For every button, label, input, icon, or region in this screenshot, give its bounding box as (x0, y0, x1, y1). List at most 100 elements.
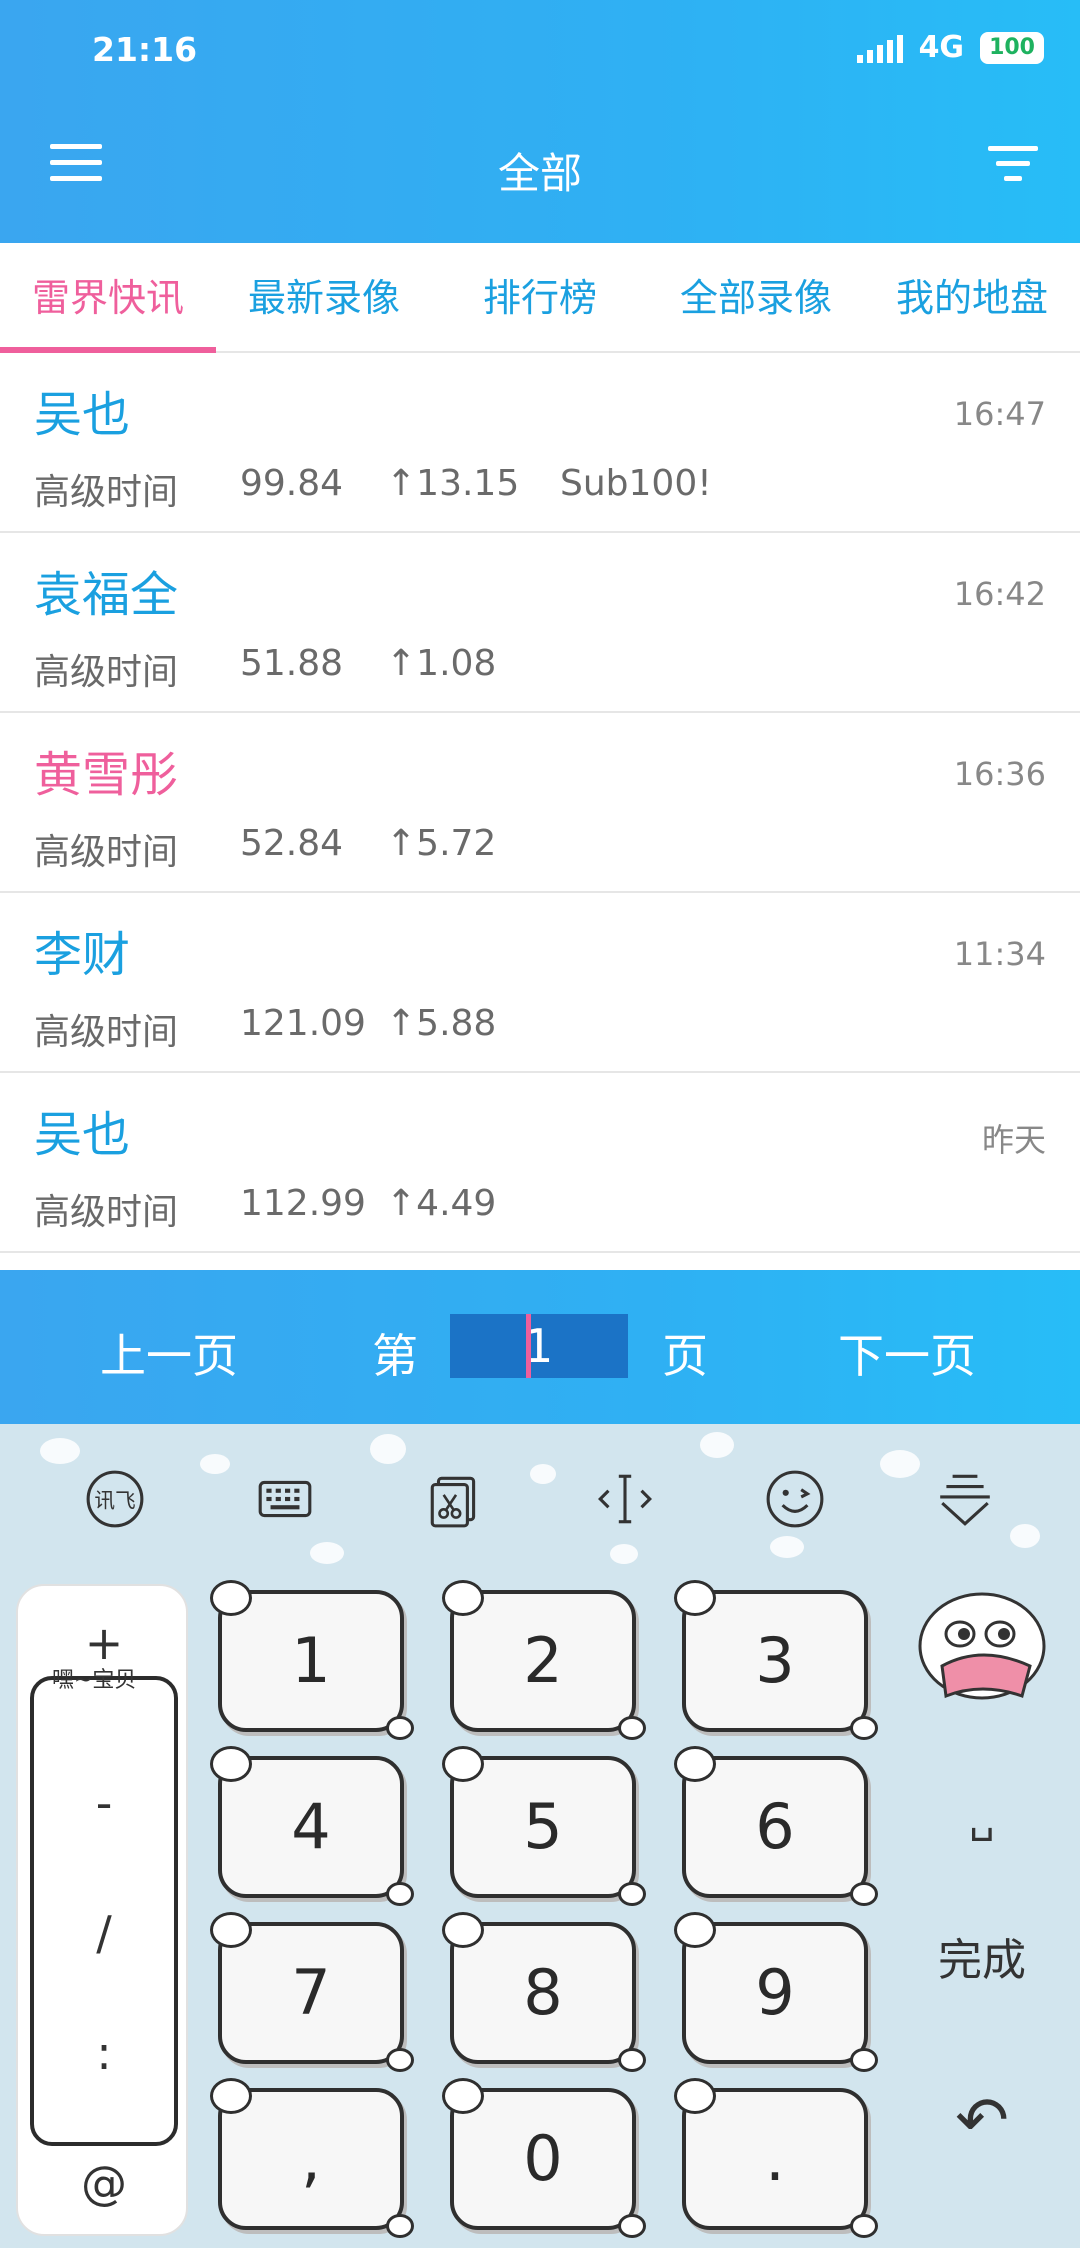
item-meta: 高级时间 112.99 ↑4.49 (34, 1183, 560, 1235)
item-delta: ↑1.08 (386, 643, 497, 684)
item-note: Sub100! (560, 463, 712, 504)
symbol-key-at[interactable]: @ (18, 2156, 190, 2210)
key-6[interactable]: 6 (674, 1746, 878, 1906)
key-comma[interactable]: , (210, 2078, 414, 2238)
text-caret (526, 1314, 531, 1378)
backspace-icon: ↶ (955, 2084, 1009, 2158)
soft-keyboard: 讯飞 + 嘿~宝贝 - / : @ 1 2 3 4 5 6 7 8 9 , 0 (0, 1424, 1080, 2248)
key-9[interactable]: 9 (674, 1912, 878, 2072)
cursor-move-icon[interactable] (590, 1464, 660, 1534)
item-time: 16:36 (953, 755, 1046, 793)
prev-page-button[interactable]: 上一页 (100, 1320, 238, 1386)
key-period[interactable]: . (674, 2078, 878, 2238)
item-time: 16:47 (953, 395, 1046, 433)
svg-text:讯飞: 讯飞 (94, 1488, 135, 1512)
list-item[interactable]: 李财 11:34 高级时间 121.09 ↑5.88 (0, 893, 1080, 1073)
key-4[interactable]: 4 (210, 1746, 414, 1906)
clipboard-scissors-icon[interactable] (420, 1464, 490, 1534)
item-value: 112.99 (240, 1183, 366, 1224)
item-value: 99.84 (240, 463, 344, 504)
item-label: 高级时间 (34, 472, 179, 513)
key-2[interactable]: 2 (442, 1580, 646, 1740)
tab-all-videos[interactable]: 全部录像 (648, 243, 864, 351)
tab-my-space[interactable]: 我的地盘 (864, 243, 1080, 351)
status-right: 4G 100 (856, 30, 1044, 65)
item-label: 高级时间 (34, 652, 179, 693)
network-type: 4G (918, 30, 965, 65)
item-delta: ↑5.88 (386, 1003, 497, 1044)
tab-bar: 雷界快讯 最新录像 排行榜 全部录像 我的地盘 (0, 243, 1080, 353)
tab-latest-videos[interactable]: 最新录像 (216, 243, 432, 351)
tab-news[interactable]: 雷界快讯 (0, 243, 216, 353)
item-meta: 高级时间 51.88 ↑1.08 (34, 643, 560, 695)
player-name[interactable]: 李财 (34, 915, 130, 985)
key-label: 0 (523, 2122, 563, 2195)
list-item[interactable]: 吴也 16:47 高级时间 99.84 ↑13.15 Sub100! (0, 353, 1080, 533)
keyboard-icon[interactable] (250, 1464, 320, 1534)
item-meta: 高级时间 99.84 ↑13.15 Sub100! (34, 463, 712, 515)
pager: 上一页 第 1 页 下一页 (0, 1270, 1080, 1424)
item-time: 16:42 (953, 575, 1046, 613)
page-number-input[interactable]: 1 (450, 1314, 628, 1378)
key-0[interactable]: 0 (442, 2078, 646, 2238)
key-1[interactable]: 1 (210, 1580, 414, 1740)
symbol-key-minus[interactable]: - (18, 1776, 190, 1830)
key-label: 7 (291, 1956, 331, 2029)
key-label: 4 (291, 1790, 331, 1863)
item-meta: 高级时间 52.84 ↑5.72 (34, 823, 560, 875)
symbol-column: + 嘿~宝贝 - / : @ (16, 1584, 188, 2236)
backspace-key[interactable]: ↶ (902, 2084, 1062, 2158)
page-title: 全部 (497, 149, 582, 198)
item-meta: 高级时间 121.09 ↑5.88 (34, 1003, 560, 1055)
page-suffix: 页 (662, 1329, 708, 1383)
symbol-key-slash[interactable]: / (18, 1906, 190, 1960)
keyboard-toolbar: 讯飞 (0, 1424, 1080, 1574)
item-time: 昨天 (981, 1121, 1046, 1159)
status-time: 21:16 (92, 30, 198, 69)
tab-ranking[interactable]: 排行榜 (432, 243, 648, 351)
hide-keyboard-icon[interactable] (930, 1464, 1000, 1534)
item-label: 高级时间 (34, 1012, 179, 1053)
item-time: 11:34 (953, 935, 1046, 973)
filter-icon[interactable] (988, 146, 1038, 186)
sticker-caption: 嘿~宝贝 (52, 1668, 137, 1693)
battery-level: 100 (989, 35, 1035, 60)
list-item[interactable]: 吴也 昨天 高级时间 112.99 ↑4.49 (0, 1073, 1080, 1253)
player-name[interactable]: 黄雪彤 (34, 735, 178, 805)
mascot-sticker (912, 1584, 1052, 1724)
done-key[interactable]: 完成 (902, 1924, 1062, 1988)
iflytek-logo-icon[interactable]: 讯飞 (80, 1464, 150, 1534)
key-label: , (301, 2122, 321, 2195)
key-label: 5 (523, 1790, 563, 1863)
space-key-label: ␣ (969, 1796, 995, 1842)
list-item[interactable]: 袁福全 16:42 高级时间 51.88 ↑1.08 (0, 533, 1080, 713)
page-prefix: 第 (372, 1329, 418, 1383)
list-item[interactable]: 黄雪彤 16:36 高级时间 52.84 ↑5.72 (0, 713, 1080, 893)
key-8[interactable]: 8 (442, 1912, 646, 2072)
key-3[interactable]: 3 (674, 1580, 878, 1740)
app-bar: 全部 (0, 100, 1080, 243)
item-value: 52.84 (240, 823, 344, 864)
player-name[interactable]: 吴也 (34, 375, 130, 445)
signal-icon (856, 33, 903, 63)
item-value: 51.88 (240, 643, 344, 684)
player-name[interactable]: 袁福全 (34, 555, 178, 625)
item-value: 121.09 (240, 1003, 366, 1044)
key-label: . (765, 2122, 785, 2195)
symbol-key-colon[interactable]: : (18, 2026, 190, 2080)
key-label: 3 (755, 1624, 795, 1697)
key-label: 1 (291, 1624, 331, 1697)
status-bar: 21:16 4G 100 (0, 0, 1080, 100)
space-key[interactable]: ␣ (902, 1796, 1062, 1842)
item-delta: ↑5.72 (386, 823, 497, 864)
key-5[interactable]: 5 (442, 1746, 646, 1906)
key-label: 2 (523, 1624, 563, 1697)
key-label: 6 (755, 1790, 795, 1863)
item-label: 高级时间 (34, 1192, 179, 1233)
player-name[interactable]: 吴也 (34, 1095, 130, 1165)
key-7[interactable]: 7 (210, 1912, 414, 2072)
done-key-label: 完成 (938, 1935, 1026, 1986)
emoji-wink-icon[interactable] (760, 1464, 830, 1534)
battery-icon: 100 (980, 31, 1044, 64)
next-page-button[interactable]: 下一页 (838, 1320, 976, 1386)
